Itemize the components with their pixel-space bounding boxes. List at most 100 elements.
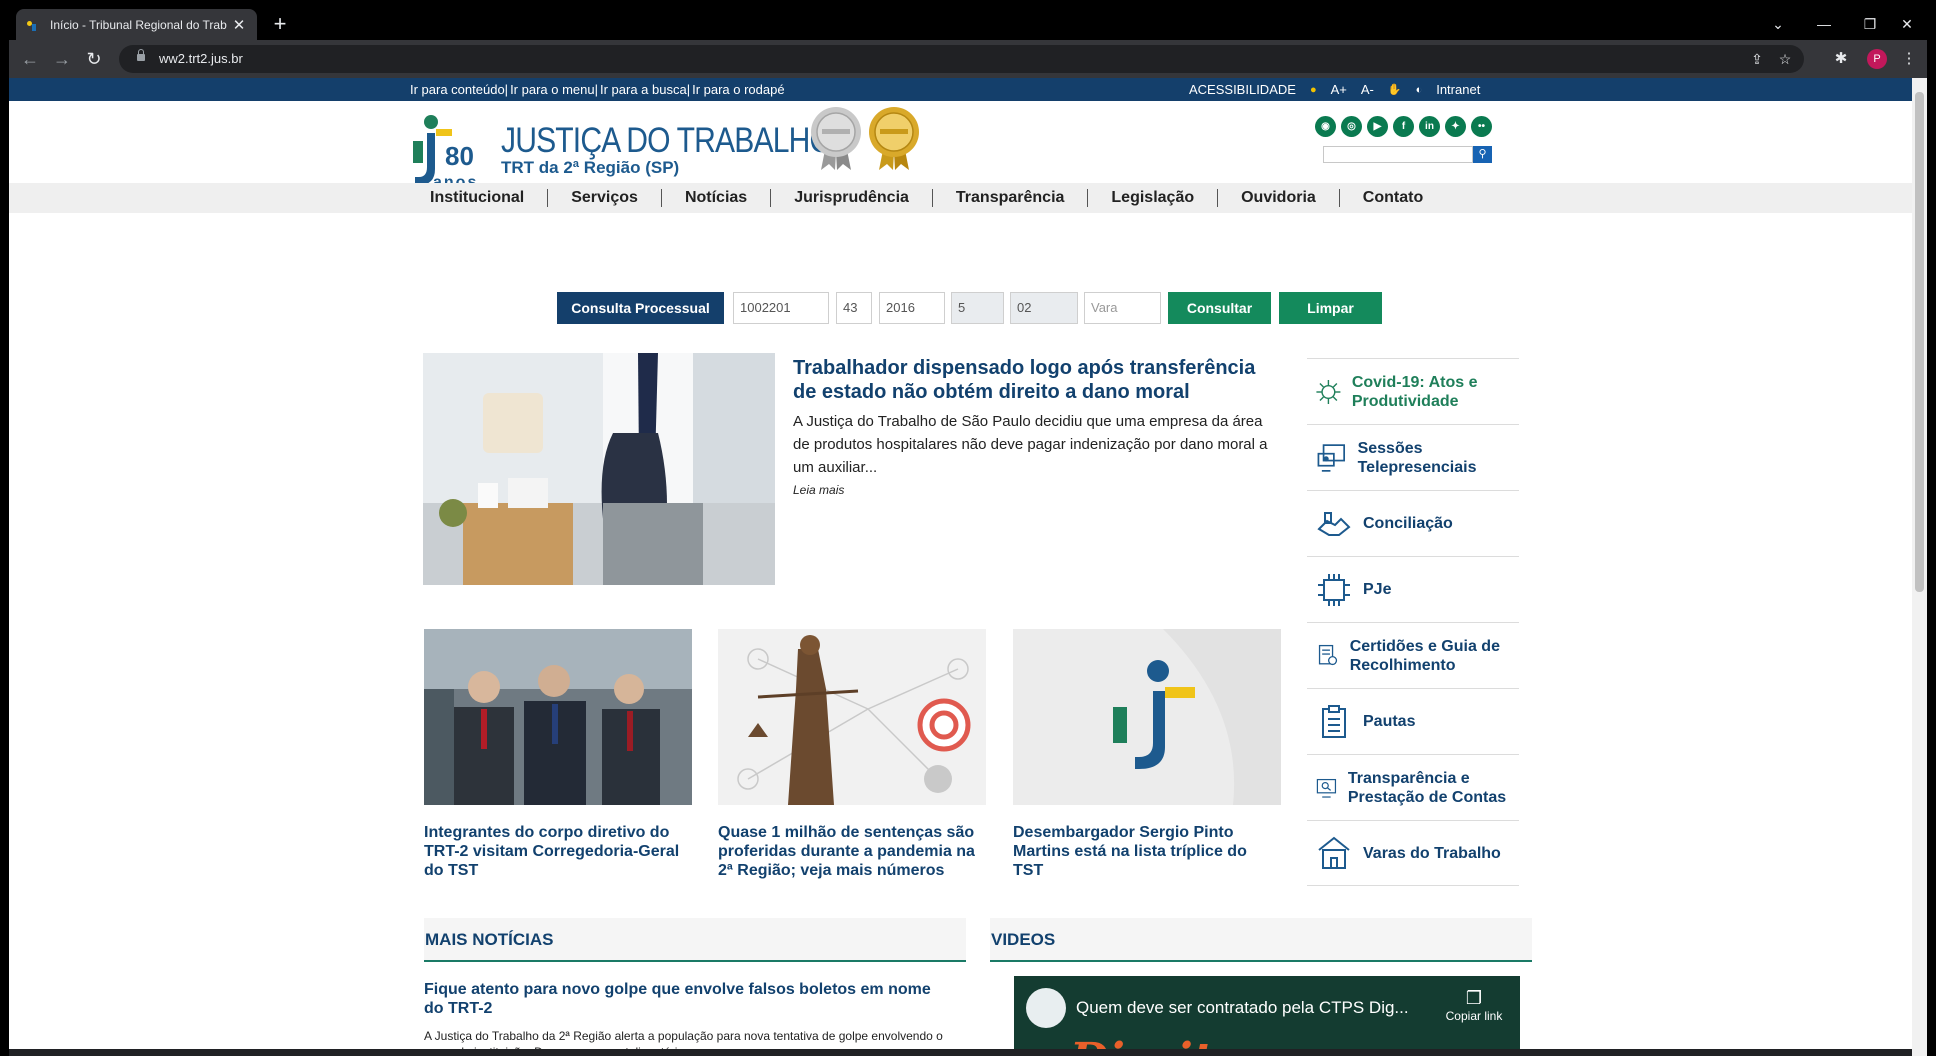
news-card[interactable]: Integrantes do corpo diretivo do TRT-2 v… [424, 629, 692, 880]
news-card-image[interactable] [424, 629, 692, 805]
skip-to-menu-link[interactable]: Ir para o menu| [510, 82, 598, 97]
logo-title: JUSTIÇA DO TRABALHO [501, 121, 833, 160]
tab-title: Início - Tribunal Regional do Trab [50, 17, 227, 32]
twitter-icon[interactable]: ✦ [1445, 116, 1466, 137]
skip-links: Ir para conteúdo| Ir para o menu| Ir para … [410, 82, 787, 97]
forward-button[interactable]: → [50, 47, 74, 71]
contrast-icon[interactable]: ◐ [1416, 84, 1423, 96]
news-card-title[interactable]: Quase 1 milhão de sentenças são proferid… [718, 823, 986, 880]
font-decrease-button[interactable]: A- [1361, 82, 1374, 97]
reload-button[interactable]: ↻ [82, 47, 106, 71]
close-window-button[interactable]: ✕ [1887, 9, 1927, 40]
skip-to-content-link[interactable]: Ir para conteúdo| [410, 82, 508, 97]
limpar-button[interactable]: Limpar [1279, 292, 1382, 324]
sidebar-item-sessoes[interactable]: Sessões Telepresenciais [1307, 424, 1519, 490]
read-more-link[interactable]: Leia mais [793, 483, 844, 497]
justica-input: 5 [951, 292, 1004, 324]
site-search-input[interactable] [1323, 146, 1473, 163]
linkedin-icon[interactable]: in [1419, 116, 1440, 137]
hero-title[interactable]: Trabalhador dispensado logo após transfe… [793, 356, 1283, 404]
nav-item-institucional[interactable]: Institucional [407, 189, 549, 207]
trt-80-anos-logo: 80 anos [413, 115, 476, 191]
numero-input[interactable]: 1002201 [733, 292, 829, 324]
share-icon[interactable]: ⇪ [1747, 49, 1767, 69]
sign-language-icon[interactable]: ✋ [1388, 83, 1402, 96]
news-card-title[interactable]: Desembargador Sergio Pinto Martins está … [1013, 823, 1281, 880]
accessibility-icon[interactable]: ● [1310, 84, 1317, 96]
sidebar-item-label: Covid-19: Atos e Produtividade [1351, 373, 1478, 410]
sidebar-item-label: Transparência e Prestação de Contas [1347, 769, 1507, 806]
taskbar-strip [9, 1049, 1912, 1056]
nav-item-jurisprudencia[interactable]: Jurisprudência [771, 189, 933, 207]
page-scrollbar[interactable] [1912, 78, 1927, 1056]
new-tab-button[interactable]: + [267, 12, 293, 36]
news-card[interactable]: Desembargador Sergio Pinto Martins está … [1013, 629, 1281, 880]
news-card[interactable]: Quase 1 milhão de sentenças são proferid… [718, 629, 986, 880]
profile-avatar[interactable]: P [1867, 49, 1887, 69]
sidebar-item-pautas[interactable]: Pautas [1307, 688, 1519, 754]
virus-icon [1316, 379, 1341, 404]
sidebar-item-label: Certidões e Guia de Recolhimento [1349, 637, 1500, 674]
sidebar-item-covid[interactable]: Covid-19: Atos e Produtividade [1307, 358, 1519, 424]
video-title[interactable]: Quem deve ser contratado pela CTPS Dig..… [1076, 998, 1409, 1018]
copy-link-label: Copiar link [1445, 1009, 1503, 1023]
nav-item-servicos[interactable]: Serviços [548, 189, 662, 207]
logo-subtitle: TRT da 2ª Região (SP) [501, 158, 680, 177]
consultar-button[interactable]: Consultar [1168, 292, 1271, 324]
scrollbar-thumb[interactable] [1915, 92, 1924, 592]
news-card-image[interactable] [1013, 629, 1281, 805]
menu-kebab-icon[interactable]: ⋮ [1899, 49, 1919, 69]
sidebar-item-conciliacao[interactable]: Conciliação [1307, 490, 1519, 556]
skip-to-footer-link[interactable]: Ir para o rodapé [692, 82, 785, 97]
certificate-icon [1318, 644, 1338, 665]
search-button[interactable]: ⚲ [1473, 146, 1492, 163]
minimize-button[interactable]: — [1801, 9, 1847, 40]
youtube-icon[interactable]: ▶ [1367, 116, 1388, 137]
page-viewport: Ir para conteúdo| Ir para o menu| Ir para … [9, 78, 1927, 1056]
intranet-link[interactable]: Intranet [1436, 82, 1480, 97]
nav-item-transparencia[interactable]: Transparência [933, 189, 1089, 207]
sidebar-item-label: Pautas [1363, 713, 1416, 730]
tribunal-input: 02 [1010, 292, 1078, 324]
mais-noticias-title[interactable]: Fique atento para novo golpe que envolve… [424, 980, 944, 1018]
nav-item-legislacao[interactable]: Legislação [1088, 189, 1219, 207]
font-increase-button[interactable]: A+ [1331, 82, 1347, 97]
news-card-title[interactable]: Integrantes do corpo diretivo do TRT-2 v… [424, 823, 692, 880]
flickr-icon[interactable]: •• [1471, 116, 1492, 137]
bookmark-star-icon[interactable]: ☆ [1775, 49, 1795, 69]
site-logo[interactable]: 80 anos JUSTIÇA DO TRABALHO TRT da 2ª Re… [409, 111, 833, 191]
sidebar-item-transparencia[interactable]: Transparência e Prestação de Contas [1307, 754, 1519, 820]
news-card-image[interactable] [718, 629, 986, 805]
nav-item-noticias[interactable]: Notícias [662, 189, 772, 207]
video-player[interactable]: Quem deve ser contratado pela CTPS Dig..… [1014, 976, 1520, 1056]
url-text[interactable]: ww2.trt2.jus.br [159, 51, 243, 66]
back-button[interactable]: ← [18, 47, 42, 71]
address-bar[interactable]: ww2.trt2.jus.br ⇪ ☆ [119, 45, 1804, 73]
browser-toolbar: ← → ↻ ww2.trt2.jus.br ⇪ ☆ ✱ P ⋮ [9, 40, 1927, 78]
services-sidebar: Covid-19: Atos e Produtividade Sessões T… [1307, 358, 1519, 886]
skip-to-search-link[interactable]: Ir para a busca| [600, 82, 690, 97]
sidebar-item-label: Sessões Telepresenciais [1357, 439, 1477, 476]
mais-noticias-heading: MAIS NOTÍCIAS [424, 918, 966, 962]
vara-input[interactable]: Vara [1084, 292, 1161, 324]
hero-image[interactable] [423, 353, 775, 585]
sidebar-item-pje[interactable]: PJe [1307, 556, 1519, 622]
gold-seal-icon [869, 107, 919, 170]
tab-bar: Início - Tribunal Regional do Trab ✕ + ⌄… [9, 9, 1927, 40]
browser-tab[interactable]: Início - Tribunal Regional do Trab ✕ [16, 9, 257, 40]
extensions-icon[interactable]: ✱ [1831, 49, 1851, 69]
rss-icon[interactable]: ◉ [1315, 116, 1336, 137]
nav-item-ouvidoria[interactable]: Ouvidoria [1218, 189, 1340, 207]
tab-search-icon[interactable]: ⌄ [1755, 9, 1801, 40]
channel-logo[interactable] [1026, 988, 1066, 1028]
sidebar-item-varas[interactable]: Varas do Trabalho [1307, 820, 1519, 886]
close-tab-icon[interactable]: ✕ [231, 16, 247, 34]
nav-item-contato[interactable]: Contato [1340, 189, 1446, 207]
copy-link-button[interactable]: ❐ Copiar link [1434, 988, 1514, 1023]
instagram-icon[interactable]: ◎ [1341, 116, 1362, 137]
accessibility-label[interactable]: ACESSIBILIDADE [1189, 82, 1296, 97]
facebook-icon[interactable]: f [1393, 116, 1414, 137]
digito-input[interactable]: 43 [836, 292, 872, 324]
sidebar-item-certidoes[interactable]: Certidões e Guia de Recolhimento [1307, 622, 1519, 688]
ano-input[interactable]: 2016 [879, 292, 945, 324]
